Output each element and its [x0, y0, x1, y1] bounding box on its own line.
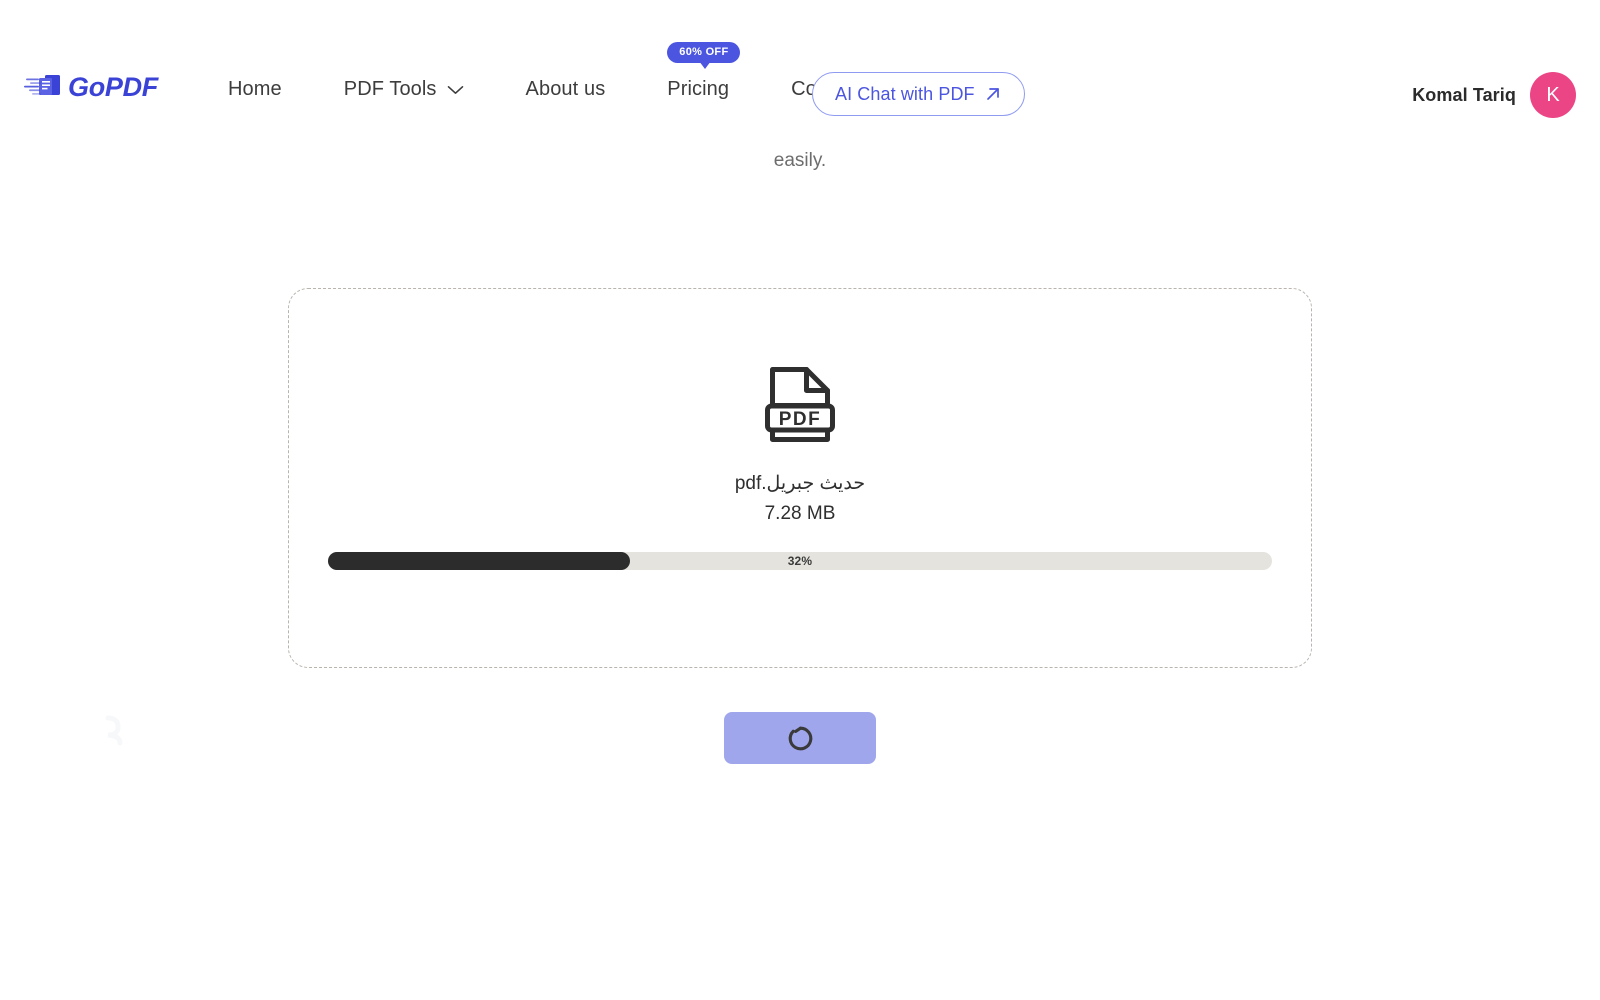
- page-intro-text: easily.: [0, 126, 1600, 180]
- nav-label-pricing: Pricing: [667, 78, 730, 100]
- gopdf-speed-document-icon: [24, 75, 60, 95]
- loading-spinner-icon: [788, 726, 812, 750]
- upload-progress-bar: 32%: [328, 552, 1272, 570]
- user-name: Komal Tariq: [1412, 84, 1516, 105]
- ghost-widget: [100, 712, 134, 746]
- pdf-file-icon: PDF: [765, 367, 835, 442]
- user-account-area[interactable]: Komal Tariq K: [1412, 72, 1576, 118]
- nav-item-home[interactable]: Home: [228, 78, 306, 101]
- arrow-up-right-icon: [986, 88, 999, 100]
- chevron-down-icon: [447, 85, 463, 94]
- nav-item-about-us[interactable]: About us: [526, 78, 630, 101]
- uploaded-file-size: 7.28 MB: [764, 503, 836, 524]
- nav-label-pdf-tools: PDF Tools: [343, 78, 437, 100]
- nav-label-home: Home: [228, 78, 282, 100]
- avatar[interactable]: K: [1530, 72, 1576, 118]
- main-navigation: Home PDF Tools About us 60% OFF Pricing …: [228, 42, 912, 101]
- brand-name: GoPDF: [68, 71, 158, 102]
- process-action-button[interactable]: [724, 712, 876, 764]
- file-upload-dropzone[interactable]: PDF حديث جبريل.pdf 7.28 MB 32%: [288, 288, 1312, 668]
- ghost-widget-icon: [105, 715, 123, 746]
- brand-logo[interactable]: GoPDF: [24, 72, 158, 102]
- nav-item-pricing[interactable]: 60% OFF Pricing: [667, 42, 753, 101]
- avatar-initial: K: [1546, 83, 1560, 106]
- nav-item-pdf-tools[interactable]: PDF Tools: [344, 78, 488, 101]
- site-header: GoPDF Home PDF Tools About us 60% OFF Pr…: [0, 0, 1600, 128]
- nav-label-about-us: About us: [525, 78, 606, 100]
- promo-badge: 60% OFF: [667, 42, 741, 69]
- intro-line-1: [0, 126, 1600, 146]
- uploaded-file-name: حديث جبريل.pdf: [734, 473, 866, 494]
- progress-percent-label: 32%: [787, 554, 813, 568]
- intro-line-2: easily.: [773, 150, 827, 171]
- svg-text:PDF: PDF: [779, 409, 822, 430]
- ai-chat-button-label: AI Chat with PDF: [835, 83, 975, 104]
- ai-chat-with-pdf-button[interactable]: AI Chat with PDF: [812, 72, 1025, 116]
